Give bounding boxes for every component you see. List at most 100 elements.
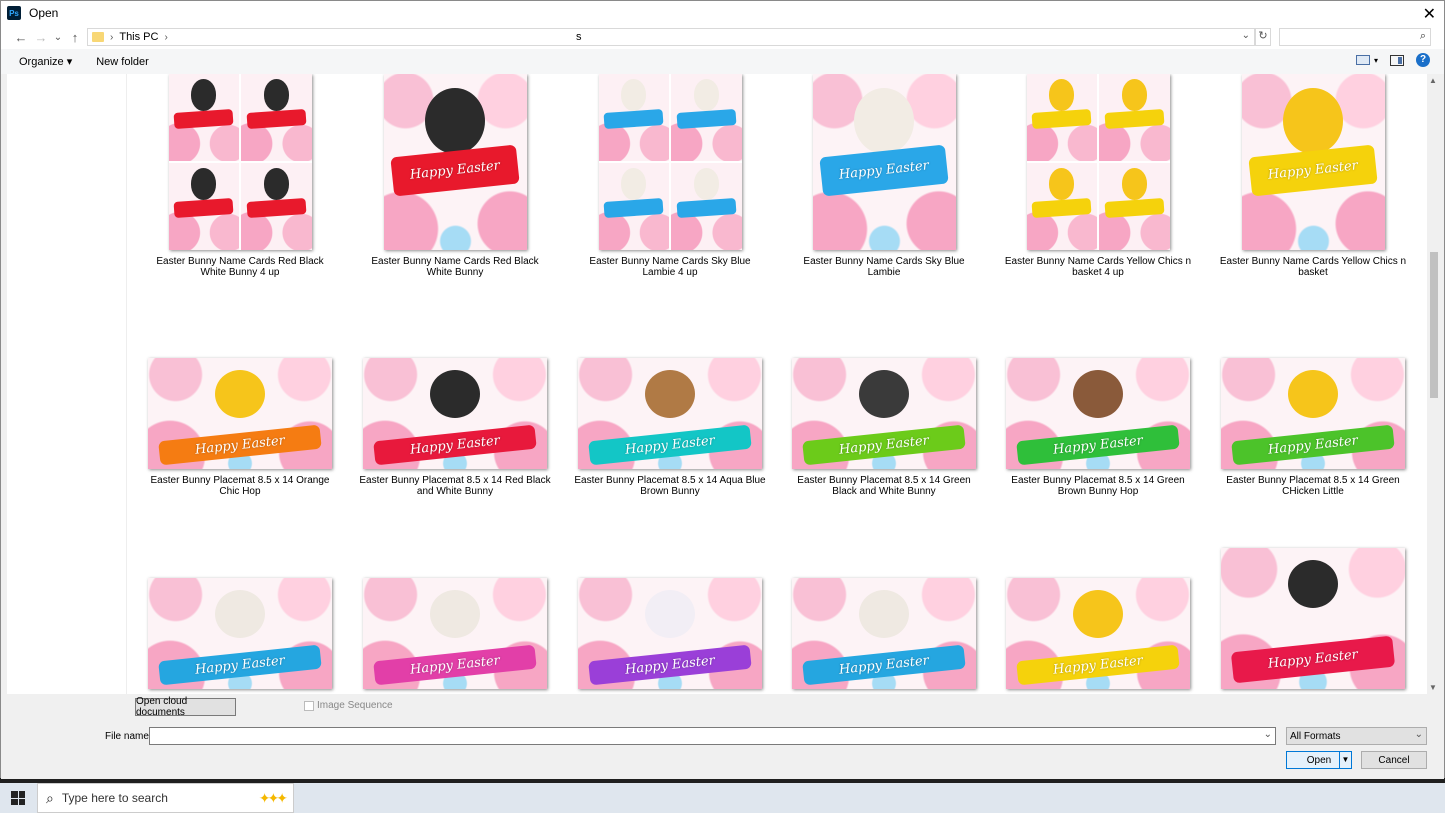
image-sequence-label: Image Sequence xyxy=(317,700,393,711)
file-thumbnail[interactable]: Happy Easter xyxy=(578,358,762,469)
recent-locations-icon[interactable]: ⌄ xyxy=(51,32,65,43)
forward-icon[interactable]: → xyxy=(31,30,51,45)
open-cloud-documents-button[interactable]: Open cloud documents xyxy=(135,696,236,718)
folder-icon xyxy=(92,32,104,42)
chevron-down-icon[interactable]: ⌄ xyxy=(1415,729,1423,740)
file-item[interactable]: Happy Easter Easter Bunny Name Cards Sky … xyxy=(784,74,984,278)
file-name-label[interactable]: Easter Bunny Placemat 8.5 x 14 Green Bro… xyxy=(998,475,1198,497)
search-icon: ⌕ xyxy=(1419,30,1426,42)
file-item[interactable]: Happy Easter Easter Bunny Placemat 8.5 x … xyxy=(140,358,340,497)
file-item[interactable]: Happy Easter Easter Bunny Name Cards Yell… xyxy=(1213,74,1413,278)
file-name-label: File name: xyxy=(105,731,152,742)
file-list-view[interactable]: Easter Bunny Name Cards Red Black White … xyxy=(7,74,1427,694)
file-item[interactable]: Happy Easter Easter Bunny Name Cards Red … xyxy=(355,74,555,278)
file-item[interactable]: Happy Easter xyxy=(998,578,1198,694)
file-name-label[interactable]: Easter Bunny Name Cards Yellow Chics n b… xyxy=(998,256,1198,278)
command-toolbar: Organize ▾ New folder ▾ ? xyxy=(1,49,1444,74)
file-thumbnail[interactable]: Happy Easter xyxy=(1221,358,1405,469)
breadcrumb-this-pc[interactable]: This PC xyxy=(119,31,158,43)
file-item[interactable]: Happy Easter xyxy=(355,578,555,694)
file-thumbnail[interactable]: Happy Easter xyxy=(792,358,976,469)
file-thumbnail[interactable] xyxy=(1026,74,1170,250)
file-thumbnail[interactable]: Happy Easter xyxy=(1006,358,1190,469)
file-item[interactable]: Happy Easter xyxy=(570,578,770,694)
file-thumbnail[interactable]: Happy Easter xyxy=(1006,578,1190,689)
new-folder-button[interactable]: New folder xyxy=(96,56,149,68)
up-icon[interactable]: ↑ xyxy=(65,30,85,45)
change-view-icon[interactable] xyxy=(1355,55,1370,65)
file-item[interactable]: Happy Easter xyxy=(1213,548,1413,694)
scroll-up-icon[interactable]: ▲ xyxy=(1429,76,1437,85)
file-format-value: All Formats xyxy=(1290,730,1341,742)
file-thumbnail[interactable]: Happy Easter xyxy=(363,578,547,689)
file-item[interactable]: Happy Easter Easter Bunny Placemat 8.5 x … xyxy=(784,358,984,497)
file-item[interactable]: Happy Easter xyxy=(784,578,984,694)
file-name-label[interactable]: Easter Bunny Name Cards Sky Blue Lambie xyxy=(784,256,984,278)
file-thumbnail[interactable]: Happy Easter xyxy=(578,578,762,689)
open-button[interactable]: Open ▼ xyxy=(1286,751,1352,769)
chevron-right-icon[interactable]: › xyxy=(110,32,113,43)
file-thumbnail[interactable]: Happy Easter xyxy=(1221,548,1405,689)
file-thumbnail[interactable]: Happy Easter xyxy=(363,358,547,469)
file-format-select[interactable]: All Formats ⌄ xyxy=(1286,727,1427,745)
address-bar[interactable]: › This PC › s ⌄ xyxy=(87,28,1255,46)
file-name-field[interactable]: ⌄ xyxy=(149,727,1276,745)
refresh-icon: ↻ xyxy=(1258,30,1268,42)
chevron-down-icon[interactable]: ⌄ xyxy=(1264,729,1272,740)
file-thumbnail[interactable]: Happy Easter xyxy=(812,74,956,250)
image-sequence-checkbox[interactable]: Image Sequence xyxy=(304,700,393,711)
file-name-label[interactable]: Easter Bunny Placemat 8.5 x 14 Aqua Blue… xyxy=(570,475,770,497)
search-icon: ⌕ xyxy=(46,789,54,806)
windows-taskbar: ⌕ Type here to search ✦✦✦ xyxy=(0,783,1445,813)
chevron-right-icon[interactable]: › xyxy=(164,32,167,43)
open-options-dropdown[interactable]: ▼ xyxy=(1339,752,1351,768)
dialog-title: Open xyxy=(29,6,59,20)
scrollbar-thumb[interactable] xyxy=(1430,252,1438,398)
cancel-button[interactable]: Cancel xyxy=(1361,751,1427,769)
chevron-down-icon[interactable]: ⌄ xyxy=(1242,30,1250,41)
navigation-pane[interactable] xyxy=(7,74,127,694)
open-dialog: Ps Open ✕ ← → ⌄ ↑ › This PC › s ⌄ ↻ ⌕ Or… xyxy=(0,0,1445,779)
scroll-down-icon[interactable]: ▼ xyxy=(1429,683,1437,692)
file-item[interactable]: Easter Bunny Name Cards Red Black White … xyxy=(140,74,340,278)
file-name-label[interactable]: Easter Bunny Placemat 8.5 x 14 Green Bla… xyxy=(784,475,984,497)
file-name-label[interactable]: Easter Bunny Name Cards Sky Blue Lambie … xyxy=(570,256,770,278)
file-name-label[interactable]: Easter Bunny Placemat 8.5 x 14 Orange Ch… xyxy=(140,475,340,497)
back-icon[interactable]: ← xyxy=(11,30,31,45)
search-input[interactable]: ⌕ xyxy=(1279,28,1431,46)
file-name-label[interactable]: Easter Bunny Name Cards Red Black White … xyxy=(140,256,340,278)
file-item[interactable]: Happy Easter xyxy=(140,578,340,694)
file-thumbnail[interactable]: Happy Easter xyxy=(792,578,976,689)
file-name-label[interactable]: Easter Bunny Placemat 8.5 x 14 Green CHi… xyxy=(1213,475,1413,497)
refresh-button[interactable]: ↻ xyxy=(1255,28,1271,46)
windows-start-icon[interactable] xyxy=(11,791,25,805)
help-icon[interactable]: ? xyxy=(1416,53,1430,67)
file-thumbnail[interactable]: Happy Easter xyxy=(1241,74,1385,250)
preview-pane-icon[interactable] xyxy=(1390,54,1404,66)
file-item[interactable]: Happy Easter Easter Bunny Placemat 8.5 x … xyxy=(355,358,555,497)
photoshop-icon: Ps xyxy=(7,6,21,20)
file-item[interactable]: Happy Easter Easter Bunny Placemat 8.5 x … xyxy=(998,358,1198,497)
taskbar-search-box[interactable]: ⌕ Type here to search ✦✦✦ xyxy=(37,783,294,813)
file-item[interactable]: Happy Easter Easter Bunny Placemat 8.5 x … xyxy=(570,358,770,497)
checkbox-box[interactable] xyxy=(304,700,314,711)
file-item[interactable]: Easter Bunny Name Cards Sky Blue Lambie … xyxy=(570,74,770,278)
file-item[interactable]: Happy Easter Easter Bunny Placemat 8.5 x … xyxy=(1213,358,1413,497)
file-thumbnail[interactable]: Happy Easter xyxy=(383,74,527,250)
file-name-label[interactable]: Easter Bunny Name Cards Yellow Chics n b… xyxy=(1213,256,1413,278)
chevron-down-icon[interactable]: ▾ xyxy=(1374,56,1378,65)
sparkle-icon: ✦✦✦ xyxy=(258,790,288,806)
vertical-scrollbar[interactable]: ▲ ▼ xyxy=(1427,74,1440,694)
file-thumbnail[interactable]: Happy Easter xyxy=(148,358,332,469)
file-thumbnail[interactable]: Happy Easter xyxy=(148,578,332,689)
organize-button[interactable]: Organize ▾ xyxy=(19,55,72,68)
file-thumbnail[interactable] xyxy=(598,74,742,250)
file-name-label[interactable]: Easter Bunny Placemat 8.5 x 14 Red Black… xyxy=(355,475,555,497)
dialog-footer: Open cloud documents Image Sequence File… xyxy=(1,694,1444,779)
close-icon[interactable]: ✕ xyxy=(1423,4,1436,24)
file-thumbnail[interactable] xyxy=(168,74,312,250)
file-name-label[interactable]: Easter Bunny Name Cards Red Black White … xyxy=(355,256,555,278)
navigation-bar: ← → ⌄ ↑ › This PC › s ⌄ ↻ ⌕ xyxy=(1,25,1444,49)
open-button-label: Open xyxy=(1306,754,1332,766)
file-item[interactable]: Easter Bunny Name Cards Yellow Chics n b… xyxy=(998,74,1198,278)
